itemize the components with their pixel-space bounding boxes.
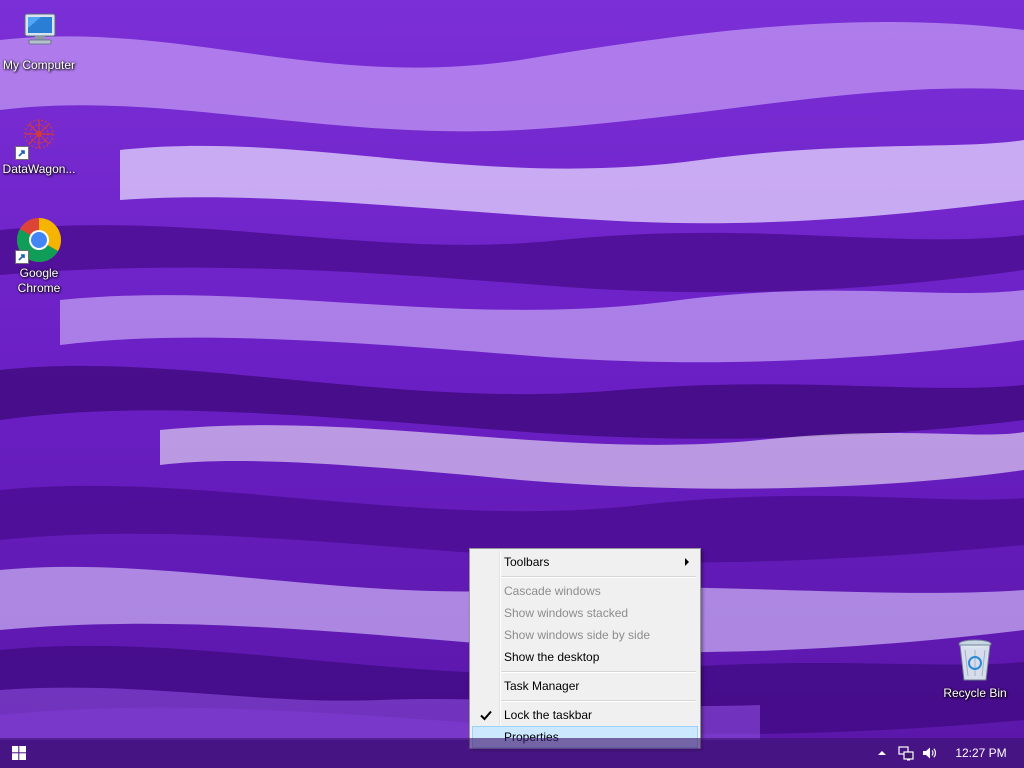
desktop-icon-recycle-bin[interactable]: Recycle Bin	[936, 636, 1014, 701]
volume-icon[interactable]	[921, 745, 937, 761]
menu-item-task-manager[interactable]: Task Manager	[472, 675, 698, 697]
desktop-icon-my-computer[interactable]: My Computer	[0, 8, 78, 73]
taskbar-clock[interactable]: 12:27 PM	[950, 746, 1012, 760]
chrome-icon	[15, 216, 63, 264]
network-icon[interactable]	[898, 745, 914, 761]
menu-item-label: Lock the taskbar	[504, 708, 593, 722]
recycle-bin-icon	[951, 636, 999, 684]
menu-separator	[501, 700, 696, 702]
submenu-arrow-icon	[685, 558, 689, 566]
taskbar[interactable]: 12:27 PM	[0, 738, 1024, 768]
menu-item-label: Show windows side by side	[504, 628, 651, 642]
desktop-icon-label: DataWagon...	[2, 162, 76, 176]
taskbar-context-menu: Toolbars Cascade windows Show windows st…	[469, 548, 701, 749]
shortcut-arrow-icon	[15, 146, 29, 160]
windows-logo-icon	[12, 746, 26, 760]
menu-item-show-windows-stacked[interactable]: Show windows stacked	[472, 602, 698, 624]
desktop-icon-google-chrome[interactable]: Google Chrome	[0, 216, 78, 296]
desktop-icon-label: Recycle Bin	[943, 686, 1007, 700]
menu-item-show-windows-side-by-side[interactable]: Show windows side by side	[472, 624, 698, 646]
menu-separator	[501, 576, 696, 578]
menu-separator	[501, 671, 696, 673]
desktop-icon-label: Google Chrome	[17, 266, 61, 295]
chevron-up-icon[interactable]	[874, 745, 890, 761]
menu-item-label: Toolbars	[504, 555, 550, 569]
menu-item-label: Show the desktop	[504, 650, 600, 664]
datawagon-icon	[15, 112, 63, 160]
menu-item-label: Cascade windows	[504, 584, 601, 598]
menu-item-lock-the-taskbar[interactable]: Lock the taskbar	[472, 704, 698, 726]
computer-icon	[15, 8, 63, 56]
menu-item-cascade-windows[interactable]: Cascade windows	[472, 580, 698, 602]
shortcut-arrow-icon	[15, 250, 29, 264]
menu-item-label: Task Manager	[504, 679, 580, 693]
desktop-icon-label: My Computer	[2, 58, 76, 72]
menu-item-show-the-desktop[interactable]: Show the desktop	[472, 646, 698, 668]
menu-item-label: Show windows stacked	[504, 606, 629, 620]
desktop-icon-datawagon[interactable]: DataWagon...	[0, 112, 78, 177]
menu-item-toolbars[interactable]: Toolbars	[472, 551, 698, 573]
checkmark-icon	[478, 707, 494, 723]
start-button[interactable]	[0, 738, 40, 768]
